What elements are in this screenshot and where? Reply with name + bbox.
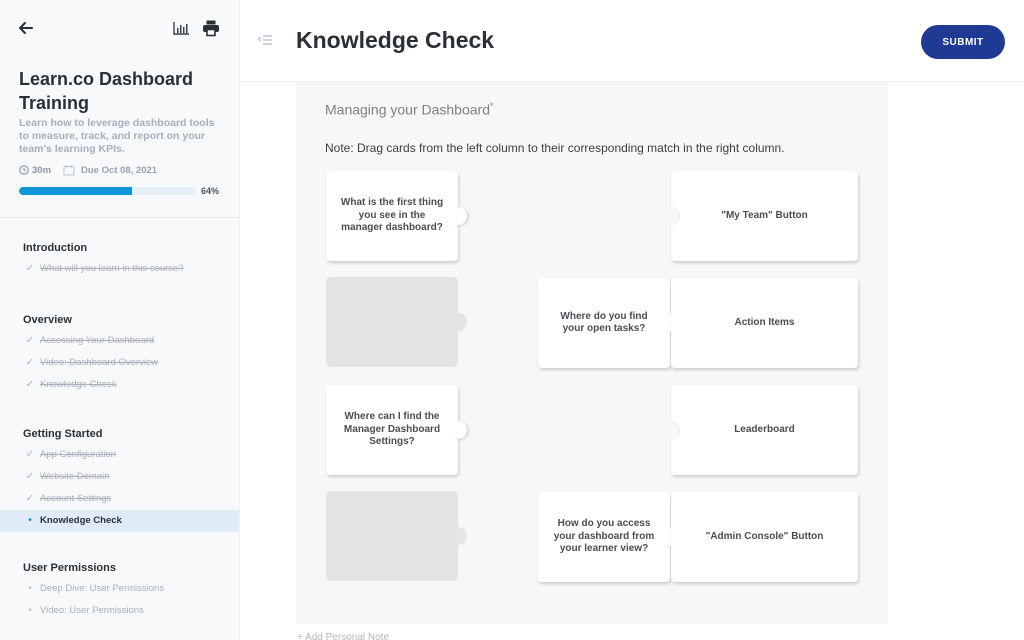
lesson-item[interactable]: ✓ Account Settings (0, 488, 239, 510)
clock-icon (19, 165, 29, 175)
lesson-label: Knowledge Check (40, 515, 122, 526)
lesson-item[interactable]: • Video: User Permissions (0, 600, 239, 622)
course-title: Learn.co Dashboard Training (19, 69, 194, 113)
lesson-item[interactable]: • Knowledge Check (0, 510, 239, 532)
lesson-label: Accessing Your Dashboard (40, 335, 155, 346)
checkmark-icon: ✓ (25, 263, 35, 274)
empty-card-slot (326, 277, 467, 367)
empty-card-slot (326, 491, 467, 581)
printer-icon (203, 20, 219, 37)
answer-card[interactable]: Leaderboard (662, 385, 858, 475)
section-title: Getting Started (23, 428, 103, 440)
arrow-left-icon (19, 22, 33, 34)
card-text: Action Items (734, 316, 795, 328)
checkmark-icon: ✓ (25, 449, 35, 460)
checkmark-icon: ✓ (25, 357, 35, 368)
page-header: Knowledge Check SUBMIT (240, 0, 1024, 82)
bar-chart-icon (173, 22, 189, 35)
card-text: Leaderboard (734, 423, 795, 435)
bullet-icon: • (28, 605, 32, 616)
lesson-label: App Configuration (40, 449, 117, 460)
lesson-item[interactable]: ✓ What will you learn in this course? (0, 258, 239, 280)
checkmark-icon: ✓ (25, 379, 35, 390)
progress-percent: 64% (201, 186, 220, 196)
collapse-menu-icon (257, 35, 272, 45)
course-description: Learn how to leverage dashboard tools to… (19, 117, 215, 155)
back-button[interactable] (17, 19, 35, 37)
due-date: Due Oct 08, 2021 (81, 164, 158, 176)
card-text: "Admin Console" Button (705, 530, 824, 542)
lesson-item[interactable]: ✓ Website Domain (0, 466, 239, 488)
course-section: Overview ✓ Accessing Your Dashboard ✓ Video:… (0, 310, 239, 396)
card-text: "My Team" Button (721, 209, 808, 221)
course-section: Introduction ✓ What will you learn in this… (0, 238, 239, 280)
drag-card-question-placed[interactable]: Where do you find your open tasks? (538, 278, 679, 368)
card-connector (449, 527, 467, 545)
print-button[interactable] (202, 19, 220, 37)
course-section: Getting Started ✓ App Configuration ✓ Websit… (0, 424, 239, 532)
checkmark-icon: ✓ (25, 471, 35, 482)
lesson-label: Knowledge Check (40, 379, 117, 390)
course-header: Learn.co Dashboard Training Learn how to… (0, 0, 239, 218)
section-title: Overview (23, 314, 72, 326)
drag-card-question-placed[interactable]: How do you access your dashboard from yo… (538, 492, 679, 582)
required-mark: * (490, 101, 494, 111)
current-dot-icon: • (28, 515, 32, 526)
answer-card[interactable]: "My Team" Button (662, 171, 858, 261)
lesson-nav: Introduction ✓ What will you learn in this… (0, 218, 239, 640)
lesson-label: Account Settings (40, 493, 112, 504)
card-connector (449, 313, 467, 331)
course-duration: 30m (32, 164, 52, 176)
checkmark-icon: ✓ (25, 493, 35, 504)
lesson-item[interactable]: ✓ Accessing Your Dashboard (0, 330, 239, 352)
question-title: Managing your Dashboard* (325, 101, 494, 118)
lesson-item[interactable]: ✓ App Configuration (0, 444, 239, 466)
lesson-label: Video: Dashboard Overview (40, 357, 159, 368)
answer-card[interactable]: Action Items (671, 278, 858, 368)
progress-fill (19, 187, 133, 195)
lesson-item[interactable]: ✓ Video: Dashboard Overview (0, 352, 239, 374)
card-socket (662, 207, 680, 225)
checkmark-icon: ✓ (25, 335, 35, 346)
question-panel: Managing your Dashboard* Note: Drag card… (296, 82, 888, 624)
section-title: Introduction (23, 242, 88, 254)
lesson-item[interactable]: ✓ Knowledge Check (0, 374, 239, 396)
card-text: Where do you find your open tasks? (560, 310, 648, 335)
app: Learn.co Dashboard Training Learn how to… (0, 0, 1024, 640)
course-meta: 30m Due Oct 08, 2021 (19, 164, 157, 176)
card-connector (449, 207, 467, 225)
bullet-icon: • (28, 583, 32, 594)
page-title: Knowledge Check (296, 27, 495, 53)
course-section: User Permissions • Deep Dive: User Permiss… (0, 558, 239, 622)
section-title: User Permissions (23, 562, 116, 574)
card-text: Where can I find the Manager Dashboard S… (343, 411, 441, 448)
drag-card-question[interactable]: What is the first thing you see in the m… (326, 171, 467, 261)
calendar-icon (63, 165, 75, 176)
collapse-sidebar-button[interactable] (257, 33, 273, 47)
question-title-text: Managing your Dashboard (325, 101, 490, 118)
lesson-label: What will you learn in this course? (40, 263, 184, 274)
card-text: What is the first thing you see in the m… (340, 197, 444, 234)
stats-button[interactable] (172, 19, 190, 37)
lesson-label: Website Domain (40, 471, 110, 482)
course-sidebar: Learn.co Dashboard Training Learn how to… (0, 0, 240, 640)
card-socket (662, 421, 680, 439)
card-connector (449, 421, 467, 439)
submit-button[interactable]: SUBMIT (921, 25, 1005, 59)
card-text: How do you access your dashboard from yo… (553, 518, 655, 555)
course-progress-bar (19, 187, 196, 195)
question-note: Note: Drag cards from the left column to… (325, 141, 785, 155)
answer-card[interactable]: "Admin Console" Button (671, 492, 858, 582)
add-personal-note-link[interactable]: + Add Personal Note (297, 632, 389, 640)
lesson-item[interactable]: • Deep Dive: User Permissions (0, 578, 239, 600)
lesson-label: Video: User Permissions (40, 605, 144, 616)
lesson-label: Deep Dive: User Permissions (40, 583, 165, 594)
drag-card-question[interactable]: Where can I find the Manager Dashboard S… (326, 385, 467, 475)
